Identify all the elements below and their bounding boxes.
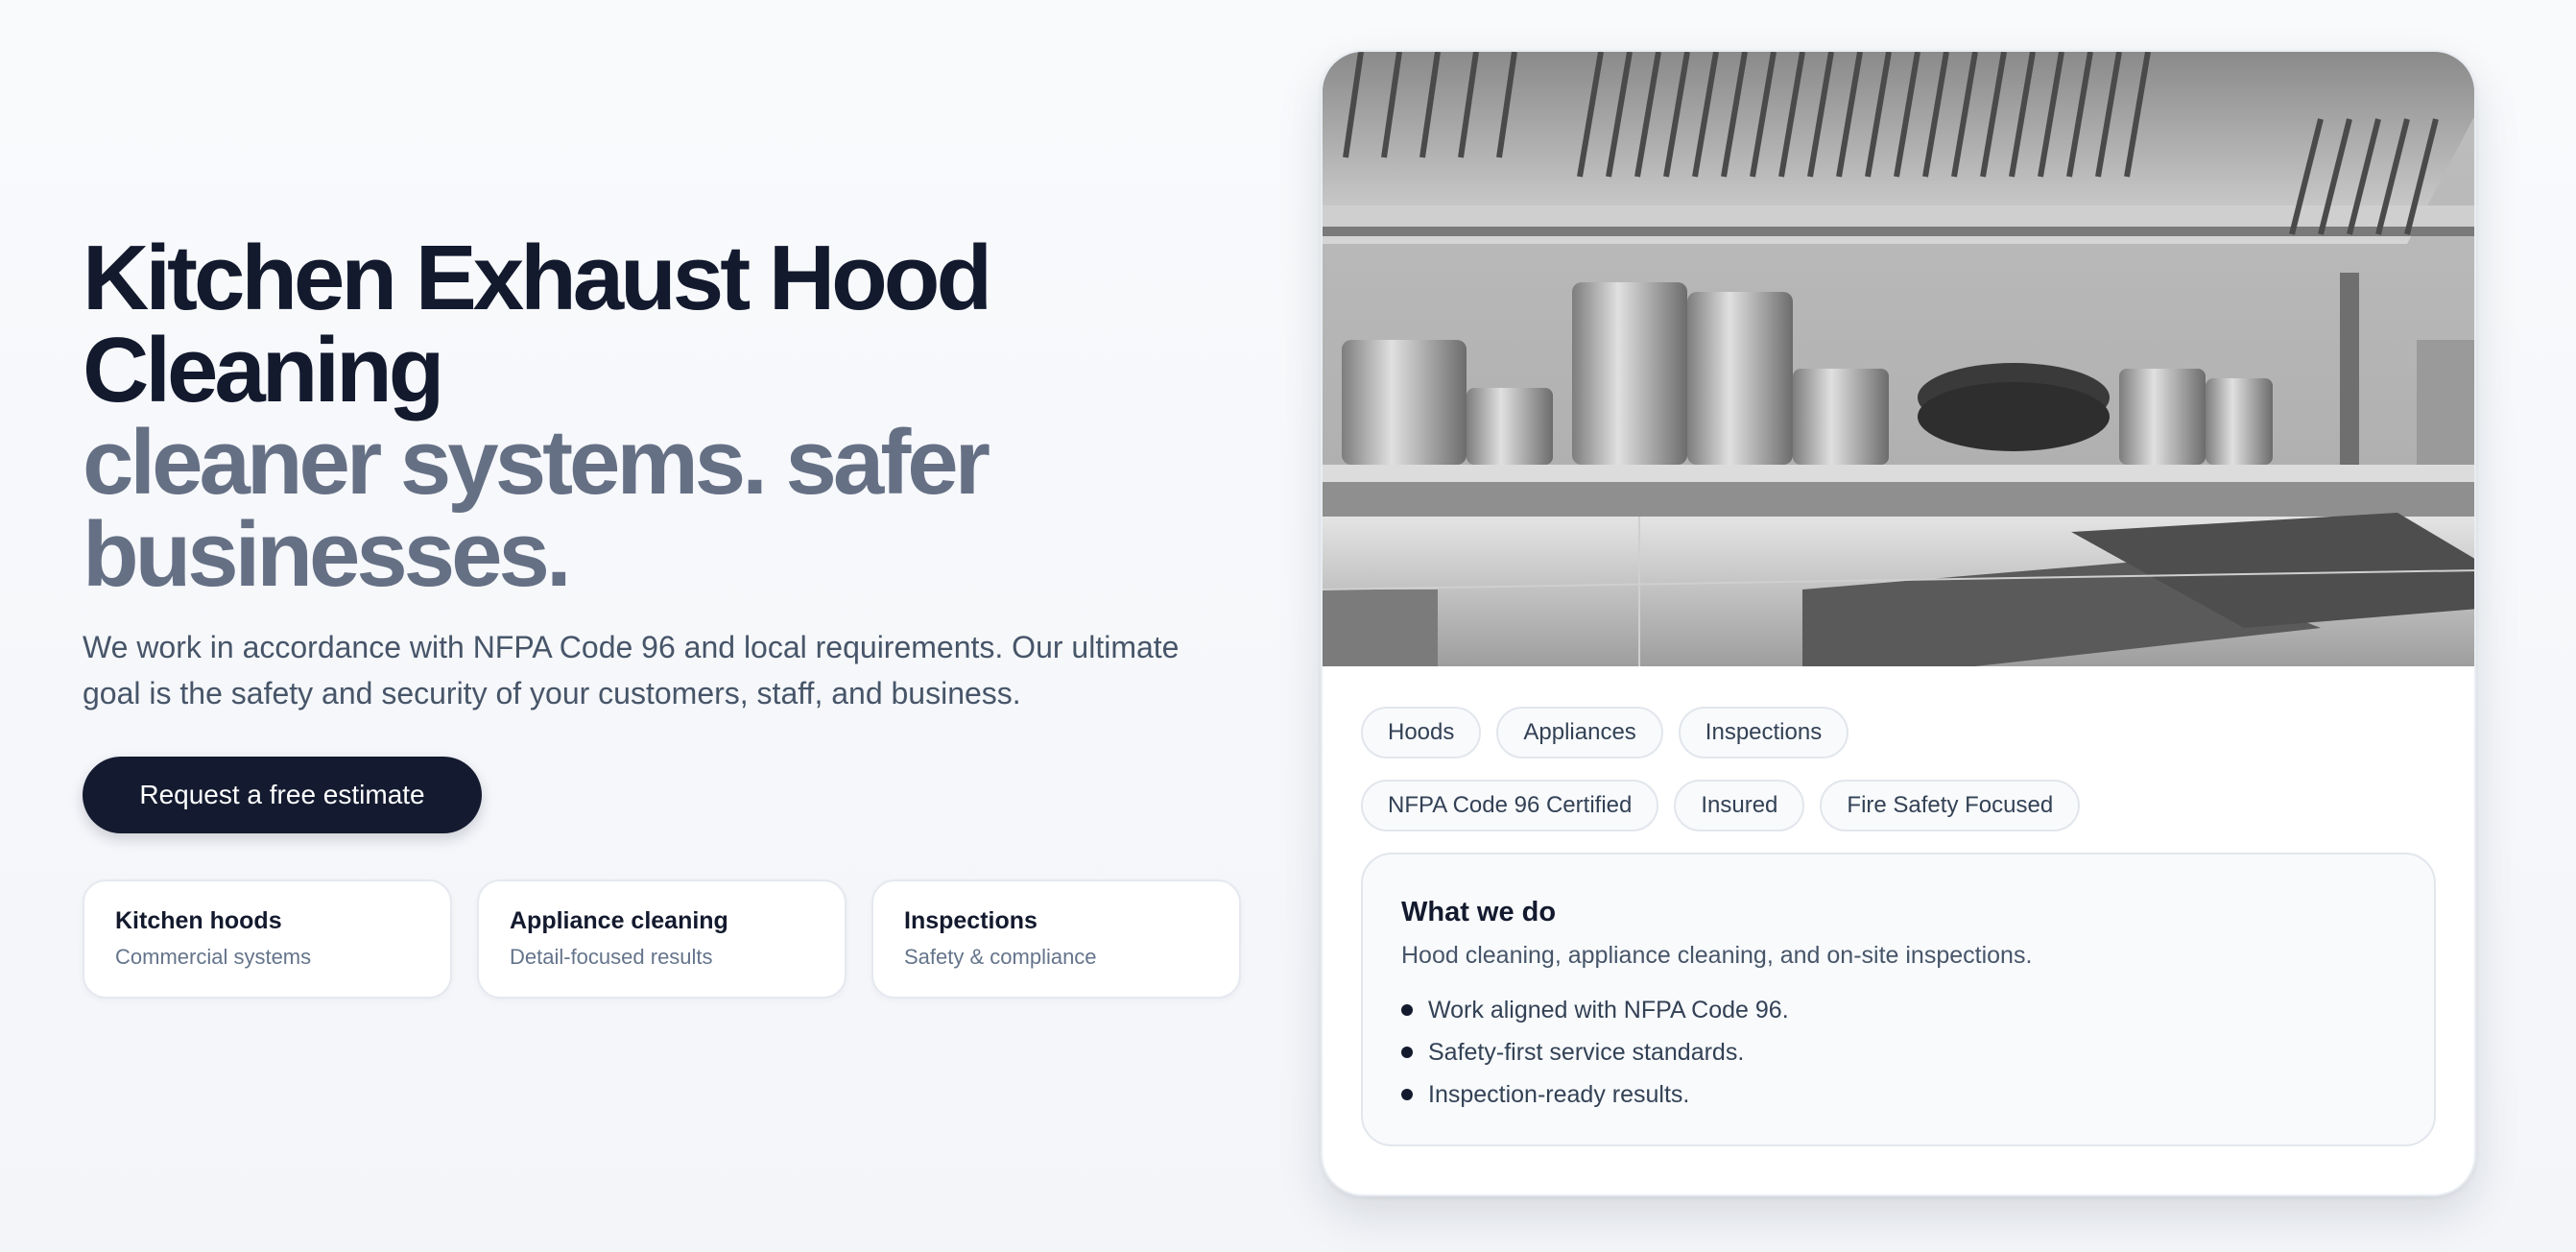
feature-card-subtitle: Safety & compliance [904,945,1097,969]
kitchen-photo-illustration [1323,52,2474,666]
what-we-do-description: Hood cleaning, appliance cleaning, and o… [1401,942,2033,969]
list-item: Inspection-ready results. [1401,1073,2396,1116]
feature-card-subtitle: Commercial systems [115,945,312,969]
feature-card-title: Inspections [904,907,1038,934]
bullet-icon [1401,1004,1413,1016]
what-we-do-title: What we do [1401,897,1557,927]
bullet-icon [1401,1047,1413,1058]
tag-nfpa-certified: NFPA Code 96 Certified [1361,780,1659,831]
feature-card-subtitle: Detail-focused results [510,945,713,969]
tag-insured: Insured [1674,780,1805,831]
feature-card-title: Kitchen hoods [115,907,282,934]
request-estimate-button[interactable]: Request a free estimate [83,757,482,833]
list-item: Safety-first service standards. [1401,1031,2396,1073]
list-item-text: Work aligned with NFPA Code 96. [1428,997,1789,1023]
tag-fire-safety: Fire Safety Focused [1820,780,2081,831]
kitchen-photo [1323,52,2474,666]
tag-row-credentials: NFPA Code 96 Certified Insured Fire Safe… [1361,780,2436,831]
services-panel: Hoods Appliances Inspections NFPA Code 9… [1321,50,2476,1196]
feature-card-title: Appliance cleaning [510,907,728,934]
subtitle-line-2: businesses. [83,503,572,606]
list-item-text: Safety-first service standards. [1428,1039,1745,1066]
list-item-text: Inspection-ready results. [1428,1081,1690,1108]
tag-inspections: Inspections [1678,707,1849,758]
title-line-2: Cleaning [83,319,444,421]
what-we-do-list: Work aligned with NFPA Code 96. Safety-f… [1401,989,2396,1116]
hero-section: Kitchen Exhaust Hood Cleaning cleaner sy… [83,232,1253,999]
hero-lead-text: We work in accordance with NFPA Code 96 … [83,630,1180,710]
feature-card-kitchen-hoods: Kitchen hoods Commercial systems [83,879,452,999]
what-we-do-box: What we do Hood cleaning, appliance clea… [1361,853,2436,1146]
page-subtitle: cleaner systems. safer businesses. [83,417,1253,601]
title-line-1: Kitchen Exhaust Hood [83,227,992,329]
feature-cards: Kitchen hoods Commercial systems Applian… [83,879,1253,999]
tag-row-services: Hoods Appliances Inspections [1361,707,2436,758]
bullet-icon [1401,1089,1413,1100]
page-title: Kitchen Exhaust Hood Cleaning [83,232,1253,417]
feature-card-appliance-cleaning: Appliance cleaning Detail-focused result… [477,879,847,999]
tag-hoods: Hoods [1361,707,1482,758]
service-tags: Hoods Appliances Inspections NFPA Code 9… [1323,666,2474,831]
tag-appliances: Appliances [1496,707,1663,758]
list-item: Work aligned with NFPA Code 96. [1401,989,2396,1031]
subtitle-line-1: cleaner systems. safer [83,411,990,514]
feature-card-inspections: Inspections Safety & compliance [871,879,1241,999]
